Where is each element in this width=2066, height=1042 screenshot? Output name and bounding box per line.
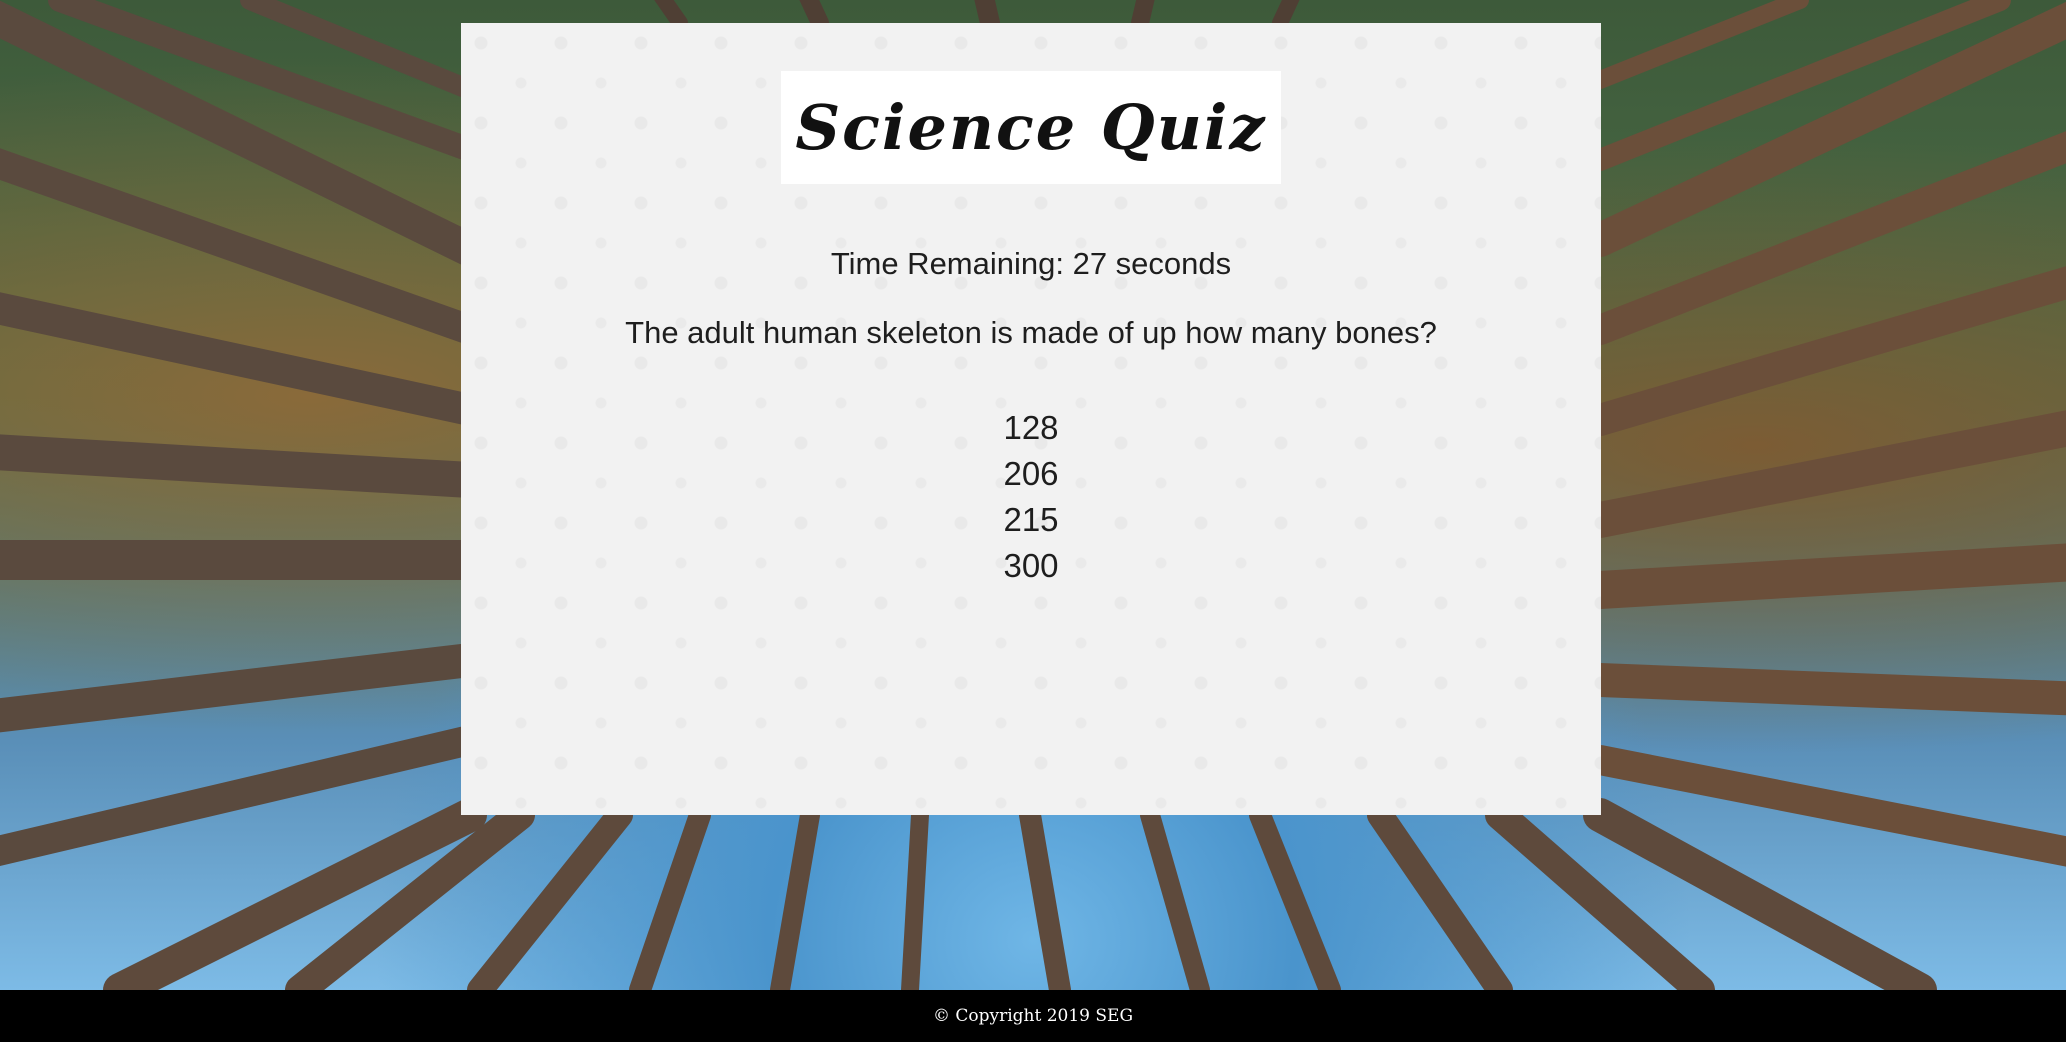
page: Science Quiz Time Remaining: 27 seconds …: [0, 0, 2066, 1042]
answer-option[interactable]: 128: [993, 405, 1068, 451]
copyright-text: © Copyright 2019 SEG: [932, 1006, 1134, 1026]
answer-option[interactable]: 206: [993, 451, 1068, 497]
quiz-title: Science Quiz: [795, 91, 1267, 164]
question-text: The adult human skeleton is made of up h…: [625, 315, 1437, 350]
answer-option[interactable]: 300: [993, 543, 1068, 589]
time-remaining: Time Remaining: 27 seconds: [830, 246, 1232, 281]
quiz-panel: Science Quiz Time Remaining: 27 seconds …: [461, 23, 1601, 815]
footer: © Copyright 2019 SEG: [0, 990, 2066, 1042]
answer-list: 128 206 215 300: [461, 405, 1601, 589]
quiz-title-box: Science Quiz: [781, 71, 1281, 184]
answer-option[interactable]: 215: [993, 497, 1068, 543]
